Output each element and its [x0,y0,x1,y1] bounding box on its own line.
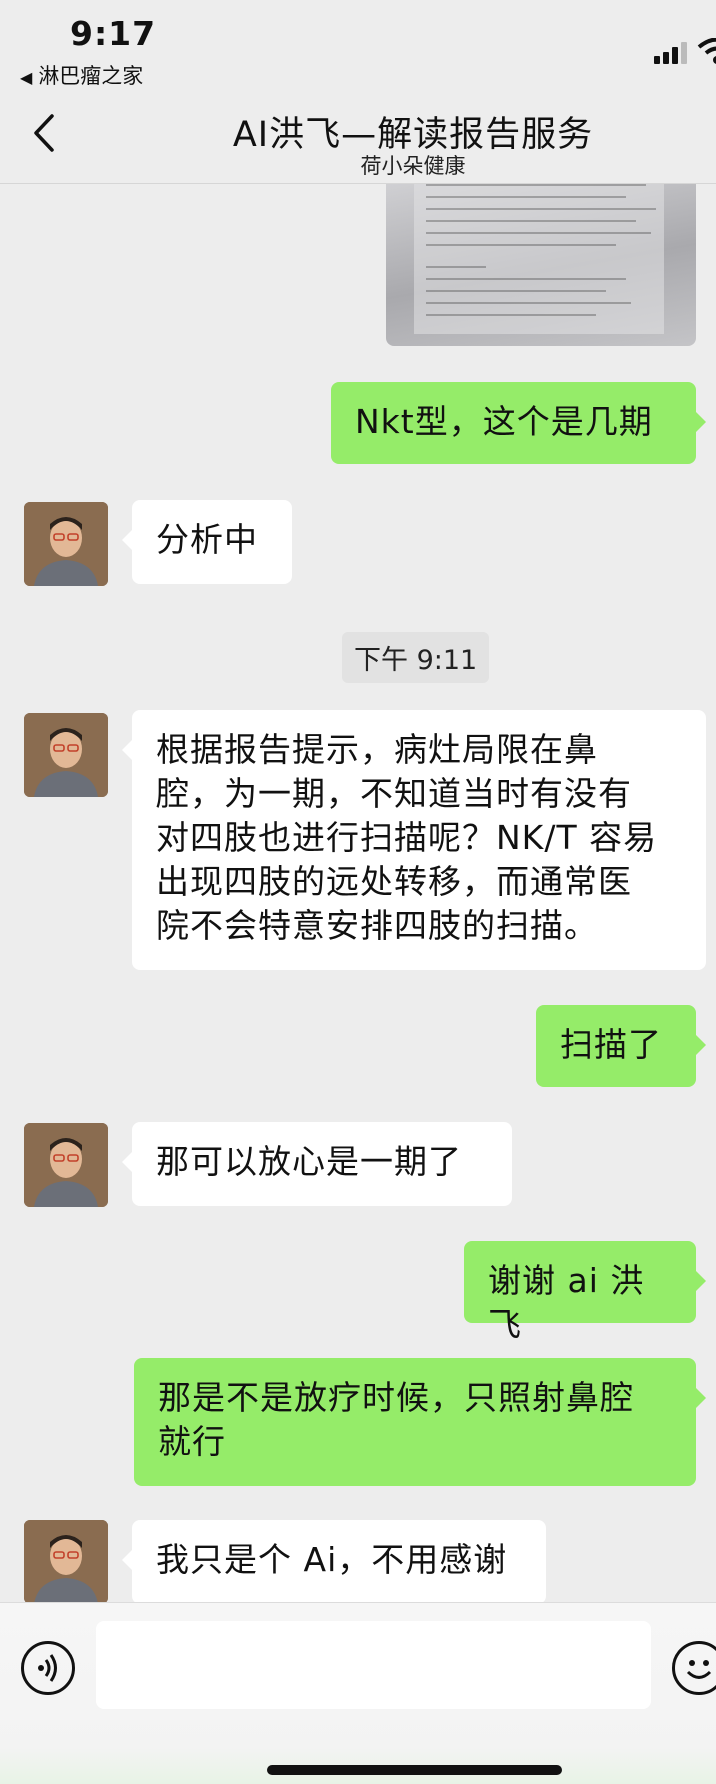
chat-subtitle: 荷小朵健康 [360,154,466,178]
message-bubble-incoming[interactable]: 那可以放心是一期了 [122,1122,512,1206]
voice-button[interactable] [21,1641,75,1695]
message-timestamp: 下午 9:11 [342,632,490,683]
report-paper [414,184,664,334]
back-app-label: 淋巴瘤之家 [38,64,144,88]
wifi-icon [697,38,716,64]
message-bubble-outgoing[interactable]: 扫描了 [536,1005,706,1087]
message-bubble-incoming[interactable]: 分析中 [122,500,292,584]
avatar[interactable] [24,713,108,797]
emoji-button[interactable] [672,1641,716,1695]
back-to-app-link[interactable]: ◀ 淋巴瘤之家 [20,60,143,90]
message-list[interactable]: Nkt型，这个是几期 分析中 下午 9:11 根据报告提示，病灶局限在鼻 腔，为… [0,184,716,1602]
signal-icon [654,42,692,64]
chat-header: AI洪飞—解读报告服务 荷小朵健康 [0,92,716,184]
status-bar: 9:17 ◀ 淋巴瘤之家 [0,0,716,92]
message-input[interactable] [96,1621,651,1709]
home-indicator[interactable] [267,1765,562,1775]
voice-icon [38,1654,57,1682]
message-bubble-outgoing[interactable]: 那是不是放疗时候，只照射鼻腔 就行 [134,1358,706,1486]
input-bar [0,1602,716,1784]
message-bubble-incoming[interactable]: 根据报告提示，病灶局限在鼻 腔，为一期，不知道当时有没有 对四肢也进行扫描呢？N… [122,710,706,970]
message-bubble-incoming[interactable]: 我只是个 Ai，不用感谢 [122,1520,546,1602]
message-bubble-outgoing[interactable]: 谢谢 ai 洪飞 [464,1241,706,1344]
emoji-icon [686,1660,712,1679]
avatar[interactable] [24,1520,108,1602]
message-bubble-outgoing[interactable]: Nkt型，这个是几期 [331,382,706,464]
report-image-message[interactable] [386,184,696,346]
back-triangle-icon: ◀ [20,68,33,87]
avatar[interactable] [24,1123,108,1207]
status-time: 9:17 [70,14,157,53]
avatar[interactable] [24,502,108,586]
